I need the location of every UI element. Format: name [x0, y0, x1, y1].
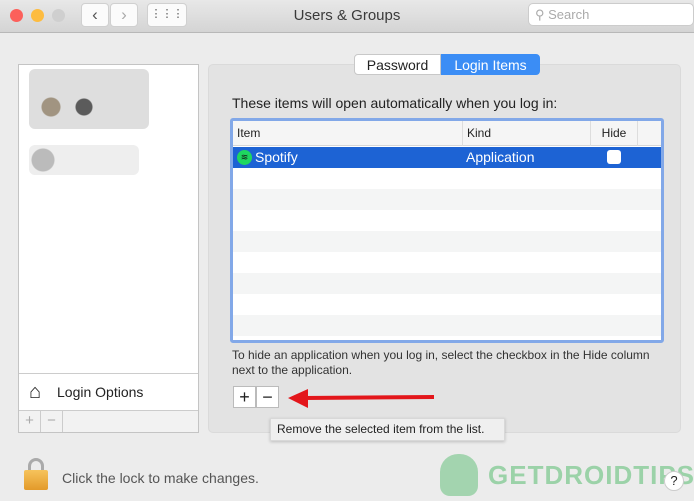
lock-icon[interactable]: [24, 458, 48, 490]
watermark-logo: GETDROIDTIPS: [488, 460, 694, 490]
search-placeholder: Search: [548, 7, 590, 22]
title-bar: ‹ › ⋮⋮⋮ Users & Groups ⚲ Search: [0, 0, 694, 33]
empty-row: [233, 231, 661, 252]
column-header-hide[interactable]: Hide: [591, 121, 638, 146]
remove-login-item-button[interactable]: −: [256, 386, 279, 408]
hide-hint-text: To hide an application when you log in, …: [232, 348, 650, 377]
house-icon: ⌂: [29, 381, 42, 403]
add-user-button[interactable]: +: [19, 411, 41, 432]
user-list[interactable]: ⌂ Login Options + −: [18, 64, 199, 433]
table-row[interactable]: ≋ Spotify Application: [233, 147, 661, 168]
remove-user-button[interactable]: −: [41, 411, 63, 432]
login-items-heading: These items will open automatically when…: [232, 95, 558, 111]
user-list-toolbar: + −: [19, 410, 198, 432]
search-icon: ⚲: [535, 7, 549, 22]
search-input[interactable]: ⚲ Search: [528, 3, 694, 26]
blurred-user-entry[interactable]: [29, 145, 139, 175]
tooltip: Remove the selected item from the list.: [270, 418, 505, 441]
hide-checkbox[interactable]: [607, 150, 621, 164]
login-items-table[interactable]: Item Kind Hide ≋ Spotify Application: [230, 118, 664, 343]
item-kind: Application: [466, 149, 535, 165]
login-options-label: Login Options: [57, 384, 144, 400]
item-name: Spotify: [255, 149, 298, 165]
login-options-item[interactable]: ⌂ Login Options: [19, 373, 198, 410]
tab-password[interactable]: Password: [354, 54, 441, 75]
lock-message: Click the lock to make changes.: [62, 470, 259, 486]
spotify-icon: ≋: [237, 150, 252, 165]
column-header-item[interactable]: Item: [233, 121, 463, 146]
empty-row: [233, 315, 661, 336]
watermark-mascot-icon: [440, 454, 478, 496]
tab-login-items[interactable]: Login Items: [441, 54, 540, 75]
help-button[interactable]: ?: [664, 471, 684, 491]
blurred-user-avatar[interactable]: [29, 69, 149, 129]
empty-row: [233, 189, 661, 210]
red-arrow-annotation: [288, 389, 435, 408]
add-login-item-button[interactable]: +: [233, 386, 256, 408]
column-header-filler: [638, 121, 661, 146]
empty-row: [233, 273, 661, 294]
column-header-kind[interactable]: Kind: [463, 121, 591, 146]
